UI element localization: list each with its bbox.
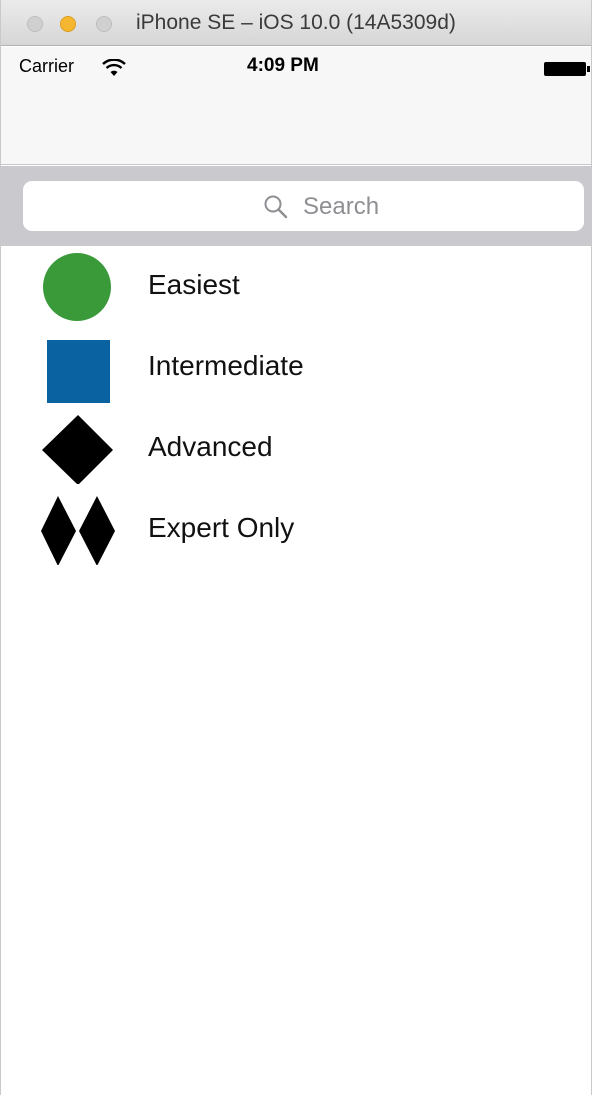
list-item-advanced[interactable]: Advanced: [1, 408, 591, 489]
double-black-diamond-icon: [41, 496, 115, 565]
list-item-expert-only[interactable]: Expert Only: [1, 489, 591, 570]
status-time: 4:09 PM: [247, 55, 319, 76]
search-placeholder: Search: [303, 193, 380, 220]
close-window-button[interactable]: [27, 16, 43, 32]
list-item-label: Expert Only: [148, 512, 295, 543]
list-item-easiest[interactable]: Easiest: [1, 246, 591, 327]
list-item-label: Advanced: [148, 431, 273, 462]
battery-icon: [544, 62, 590, 76]
window-title: iPhone SE – iOS 10.0 (14A5309d): [136, 11, 456, 34]
zoom-window-button[interactable]: [96, 16, 112, 32]
difficulty-list: Easiest Intermediate Advanced Expert Onl…: [1, 246, 591, 570]
minimize-window-button[interactable]: [60, 16, 76, 32]
black-diamond-icon: [42, 415, 113, 484]
carrier-label: Carrier: [19, 56, 75, 76]
simulator-window: iPhone SE – iOS 10.0 (14A5309d) Carrier …: [0, 0, 592, 1095]
list-item-intermediate[interactable]: Intermediate: [1, 327, 591, 408]
search-icon: [264, 195, 288, 219]
navigation-bar: [1, 87, 591, 165]
blue-square-icon: [47, 340, 110, 403]
window-titlebar: iPhone SE – iOS 10.0 (14A5309d): [1, 0, 591, 46]
search-input[interactable]: Search: [23, 181, 584, 231]
green-circle-icon: [43, 253, 111, 321]
list-item-label: Intermediate: [148, 350, 304, 381]
wifi-icon: [102, 59, 126, 76]
status-bar: Carrier 4:09 PM: [1, 47, 591, 87]
search-bar: Search: [1, 166, 591, 246]
list-item-label: Easiest: [148, 269, 240, 300]
